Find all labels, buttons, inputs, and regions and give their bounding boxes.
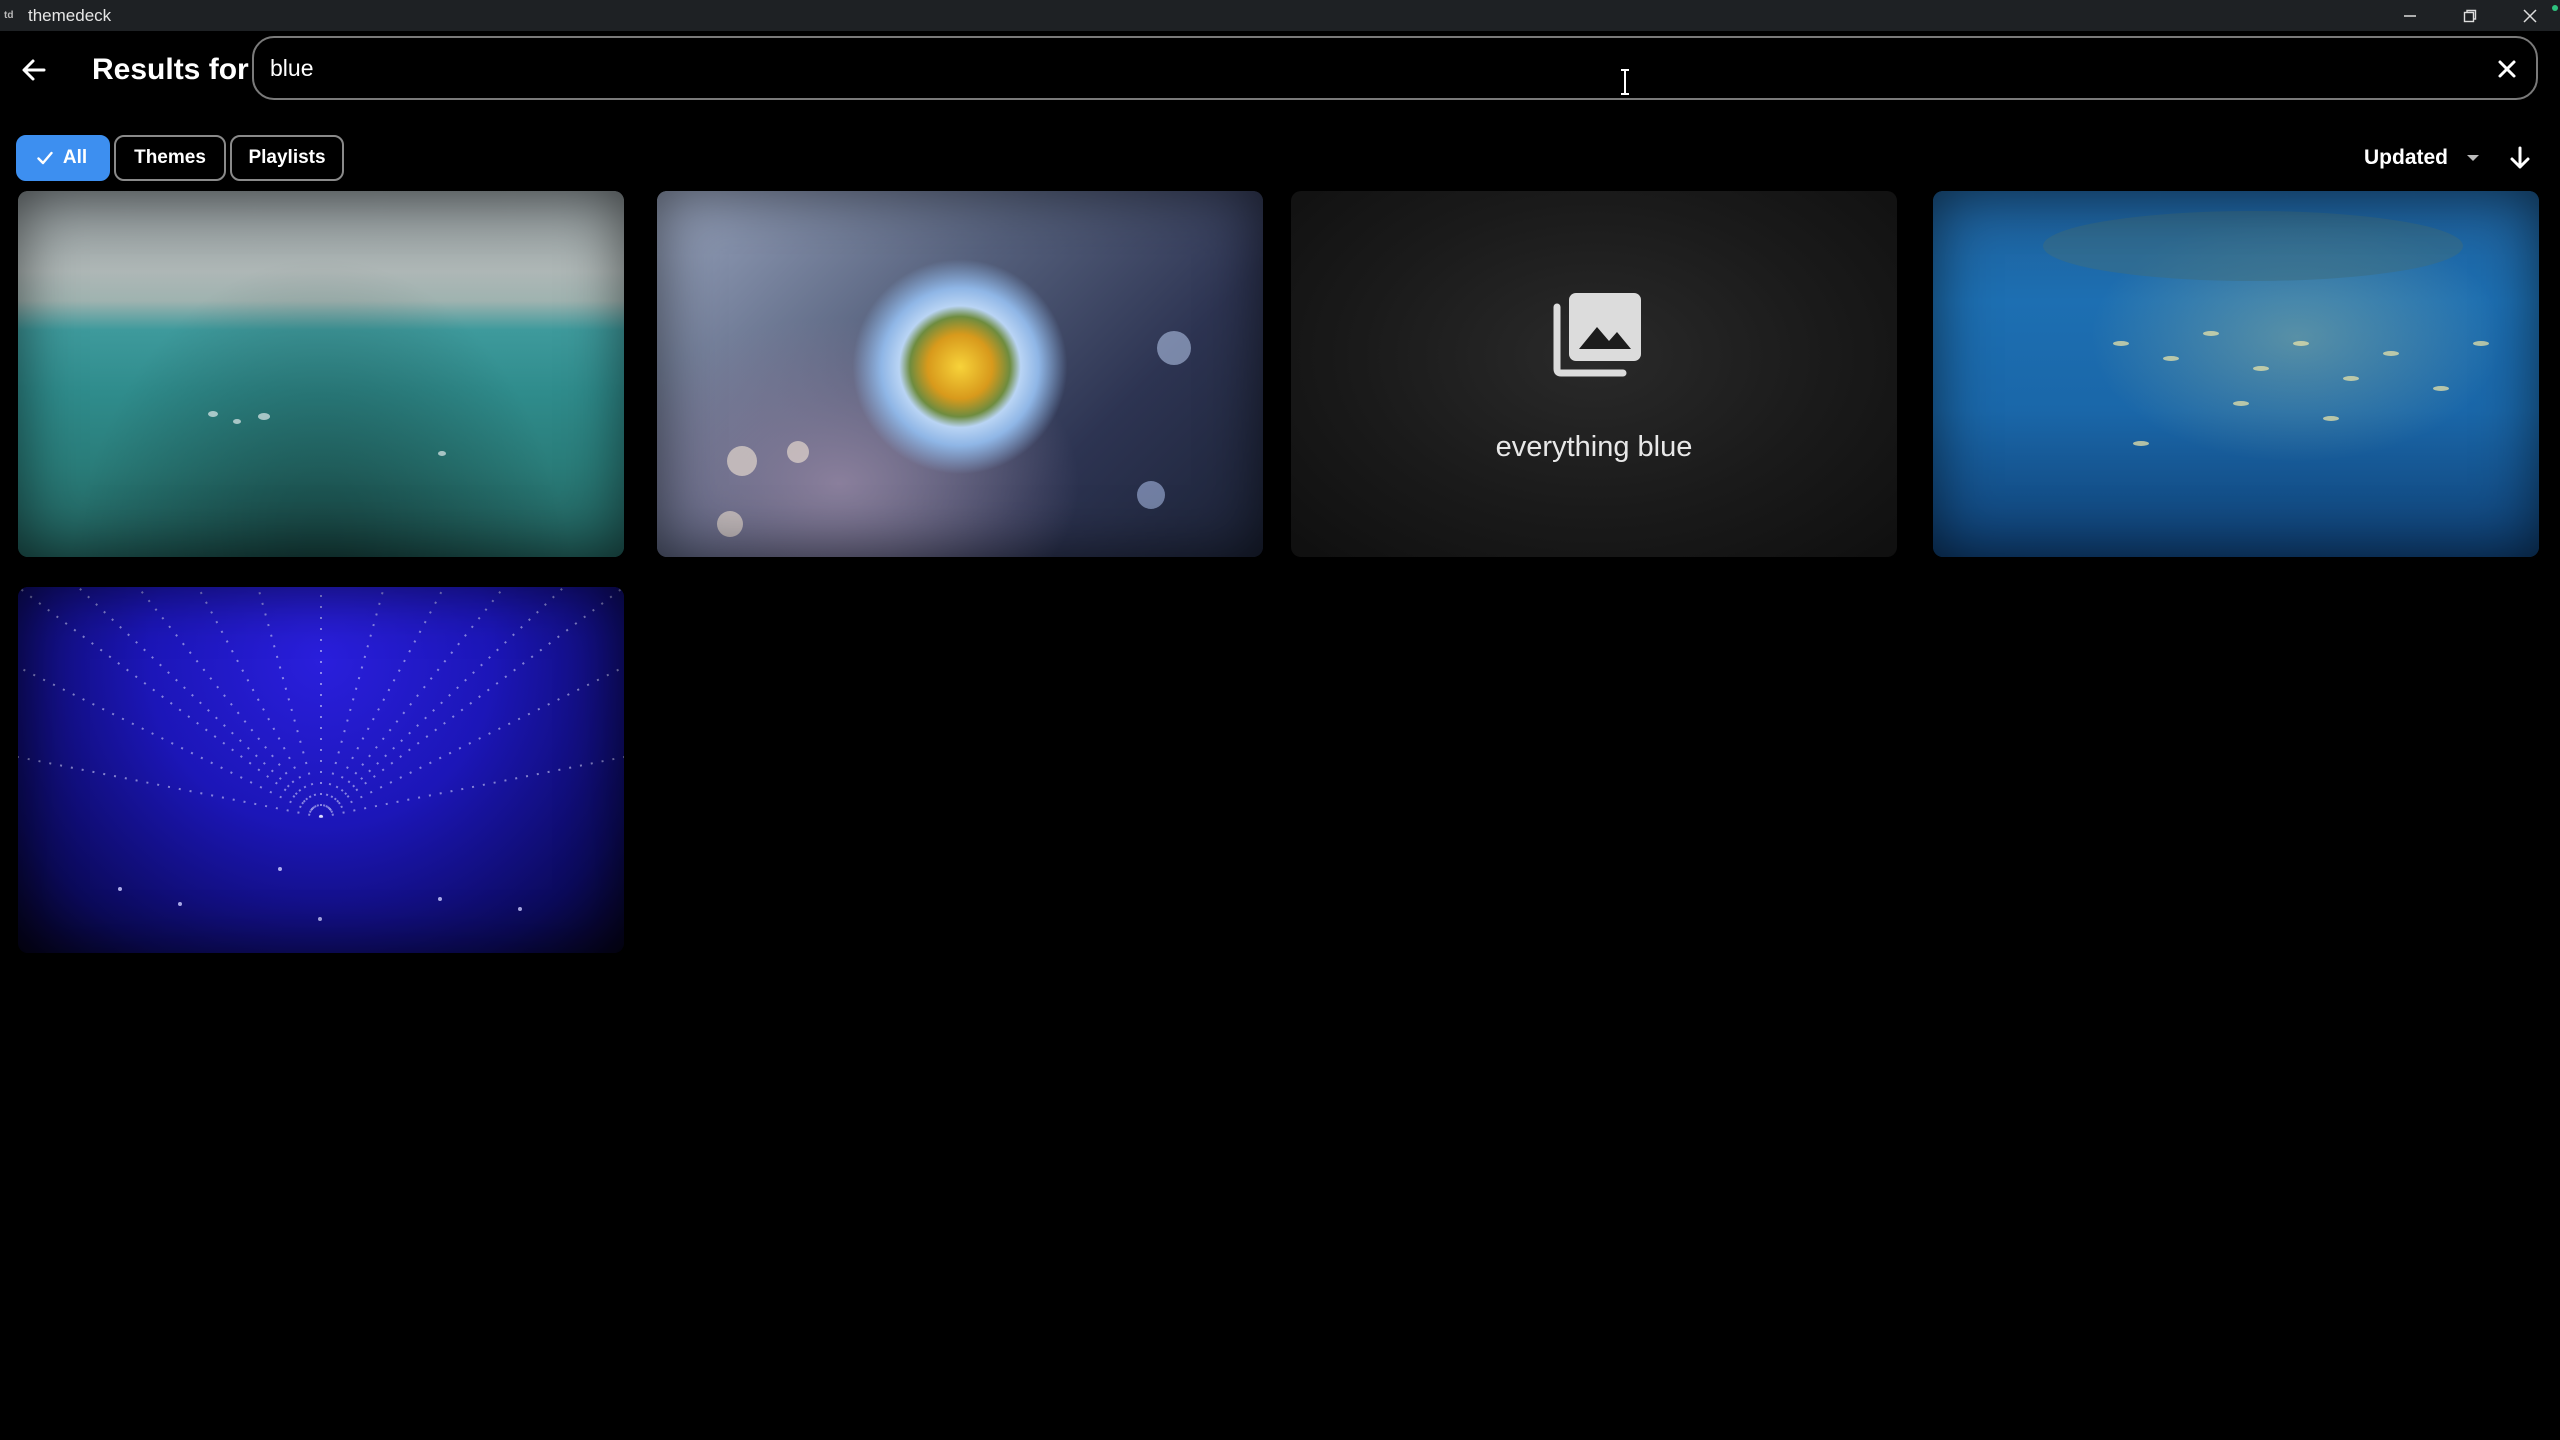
sort-dropdown[interactable]: Updated	[2364, 146, 2448, 170]
filter-chips: All Themes Playlists	[16, 135, 344, 181]
theme-tile-light-tunnel[interactable]	[18, 587, 624, 953]
theme-tile-ocean-waves[interactable]	[18, 191, 624, 557]
window-controls	[2380, 0, 2560, 31]
filter-chip-all[interactable]: All	[16, 135, 110, 181]
check-icon	[37, 151, 53, 165]
arrow-left-icon	[22, 59, 46, 81]
results-label: Results for	[92, 53, 249, 86]
filter-chip-themes[interactable]: Themes	[114, 135, 226, 181]
filter-chip-playlists[interactable]: Playlists	[230, 135, 344, 181]
search-input[interactable]	[268, 40, 2468, 96]
sort-direction-button[interactable]	[2500, 138, 2540, 178]
playlist-tile-everything-blue[interactable]: everything blue	[1291, 191, 1897, 557]
image-stack-icon	[1553, 293, 1641, 377]
playlist-title: everything blue	[1495, 431, 1693, 463]
back-button[interactable]	[14, 50, 54, 90]
filter-chip-label: All	[62, 147, 88, 168]
app-title: themedeck	[28, 5, 112, 25]
minimize-button[interactable]	[2380, 0, 2440, 31]
restore-button[interactable]	[2440, 0, 2500, 31]
restore-icon	[2463, 9, 2477, 22]
filter-chip-label: Playlists	[248, 147, 326, 168]
status-dot	[2552, 5, 2558, 11]
caret-down-icon[interactable]	[2466, 154, 2480, 162]
theme-tile-underwater[interactable]	[1933, 191, 2539, 557]
close-window-button[interactable]	[2500, 0, 2560, 31]
arrow-down-icon	[2510, 146, 2530, 169]
search-box[interactable]	[252, 36, 2538, 100]
app-logo: td	[4, 9, 14, 21]
clear-search-button[interactable]	[2492, 54, 2522, 84]
close-icon	[2523, 8, 2537, 23]
close-icon	[2498, 60, 2516, 78]
text-cursor-icon	[1621, 69, 1629, 95]
minimize-icon	[2404, 14, 2416, 17]
sort-control: Updated	[2364, 135, 2560, 181]
filter-chip-label: Themes	[134, 147, 206, 168]
theme-tile-anime-eye[interactable]	[657, 191, 1263, 557]
title-bar: td themedeck	[0, 0, 2560, 31]
